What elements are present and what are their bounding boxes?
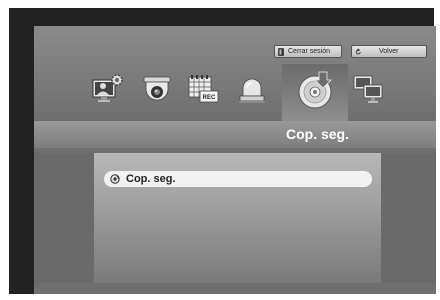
page-title: Cop. seg. [285,126,349,142]
list-item-backup[interactable]: Cop. seg. [104,171,372,187]
right-side-panel [381,153,436,283]
monitor-settings-icon[interactable] [90,72,124,106]
logout-icon [278,47,284,56]
backup-disc-icon[interactable] [295,70,335,110]
back-label: Volver [379,48,399,55]
left-side-panel [34,153,94,283]
network-icon[interactable] [352,72,386,106]
list-item-label: Cop. seg. [126,173,176,185]
device-frame: Cerrar sesión Volver REC Cop. seg. Cop. … [9,8,436,294]
top-menu-area: Cerrar sesión Volver REC [34,26,436,121]
logout-button[interactable]: Cerrar sesión [274,45,342,58]
back-button[interactable]: Volver [351,45,427,58]
section-title-bar: Cop. seg. [34,121,436,148]
alarm-icon[interactable] [235,72,269,106]
back-arrow-icon [355,48,361,54]
svg-text:REC: REC [203,95,216,101]
content-area: Cop. seg. [94,153,381,283]
logout-label: Cerrar sesión [288,48,331,55]
menu-icon-row: REC [34,64,436,121]
backup-disc-small-icon [110,174,120,184]
schedule-rec-icon[interactable]: REC [186,72,220,106]
camera-icon[interactable] [140,72,174,106]
menu-panel: Cerrar sesión Volver REC Cop. seg. Cop. … [34,26,436,294]
